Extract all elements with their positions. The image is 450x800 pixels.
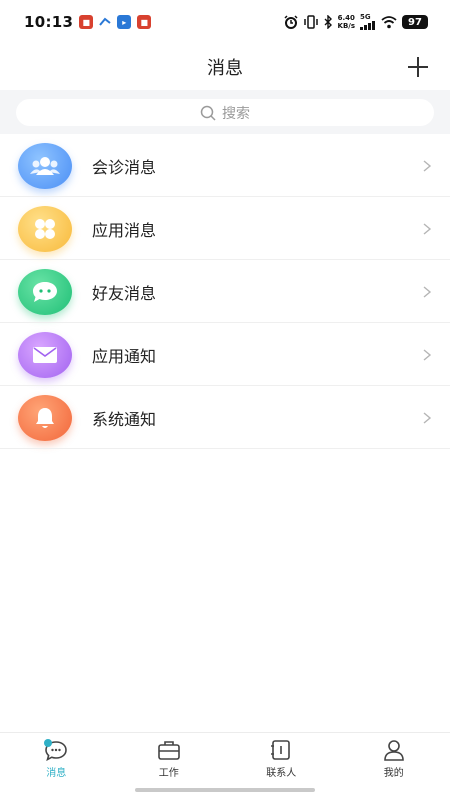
bottom-tab-bar: 消息 工作 联系人 我的	[0, 732, 450, 784]
status-left: 10:13 ■ ▸ ■	[24, 13, 152, 31]
group-icon	[18, 142, 72, 189]
cellular-signal: 5G	[360, 14, 376, 30]
tab-label: 工作	[158, 767, 179, 779]
search-section: 搜索	[0, 90, 450, 134]
page-header: 消息	[0, 44, 450, 90]
alarm-icon	[283, 15, 298, 29]
search-input[interactable]: 搜索	[16, 99, 434, 126]
bell-icon	[18, 394, 72, 441]
wifi-icon	[381, 15, 397, 28]
list-item-app-messages[interactable]: 应用消息	[0, 197, 450, 260]
home-indicator[interactable]	[135, 788, 315, 792]
message-icon	[44, 738, 68, 761]
chevron-right-icon	[423, 285, 432, 298]
add-button[interactable]	[404, 53, 432, 81]
tab-profile[interactable]: 我的	[338, 733, 450, 784]
plus-icon	[408, 57, 428, 77]
tab-label: 我的	[383, 767, 404, 779]
notification-blue-app-icon: ▸	[117, 15, 132, 29]
tab-label: 联系人	[266, 767, 297, 779]
vibrate-icon	[303, 15, 318, 29]
signal-bars-icon	[360, 21, 375, 30]
list-item-label: 系统通知	[92, 409, 157, 429]
list-item-label: 应用通知	[92, 346, 157, 366]
contacts-book-icon	[271, 739, 291, 760]
tab-label: 消息	[46, 767, 67, 779]
notification-arrow-icon	[99, 17, 111, 26]
net-speed-unit: KB/s	[337, 22, 355, 30]
list-item-label: 好友消息	[92, 283, 157, 303]
tab-work[interactable]: 工作	[113, 733, 226, 784]
status-time: 10:13	[24, 13, 74, 31]
list-item-app-notifications[interactable]: 应用通知	[0, 323, 450, 386]
search-placeholder: 搜索	[222, 105, 250, 122]
notification-app-icon: ■	[79, 15, 94, 29]
chevron-right-icon	[423, 222, 432, 235]
network-type: 5G	[360, 13, 371, 21]
chat-bubble-icon	[18, 268, 72, 315]
notification-app-icon-2: ■	[137, 15, 152, 29]
status-right: 6.40 KB/s 5G 97	[283, 14, 428, 30]
chevron-right-icon	[423, 411, 432, 424]
search-icon	[200, 105, 216, 121]
list-item-system-notifications[interactable]: 系统通知	[0, 386, 450, 449]
message-category-list: 会诊消息 应用消息 好友消息 应用通知 系统通知	[0, 134, 450, 449]
battery-indicator: 97	[402, 15, 428, 29]
chevron-right-icon	[423, 159, 432, 172]
net-speed: 6.40 KB/s	[338, 14, 355, 30]
list-item-consultation-messages[interactable]: 会诊消息	[0, 134, 450, 197]
list-item-label: 应用消息	[92, 220, 157, 240]
grid-icon	[18, 205, 72, 252]
list-item-friend-messages[interactable]: 好友消息	[0, 260, 450, 323]
tab-messages[interactable]: 消息	[0, 733, 113, 784]
tab-contacts[interactable]: 联系人	[225, 733, 338, 784]
list-item-label: 会诊消息	[92, 157, 157, 177]
user-icon	[383, 739, 404, 761]
status-bar: 10:13 ■ ▸ ■ 6.40 KB/s 5G 97	[0, 0, 450, 44]
bluetooth-icon	[324, 15, 332, 29]
briefcase-icon	[157, 740, 180, 760]
net-speed-value: 6.40	[337, 14, 355, 22]
envelope-icon	[18, 331, 72, 378]
page-title: 消息	[207, 58, 243, 79]
chevron-right-icon	[423, 348, 432, 361]
